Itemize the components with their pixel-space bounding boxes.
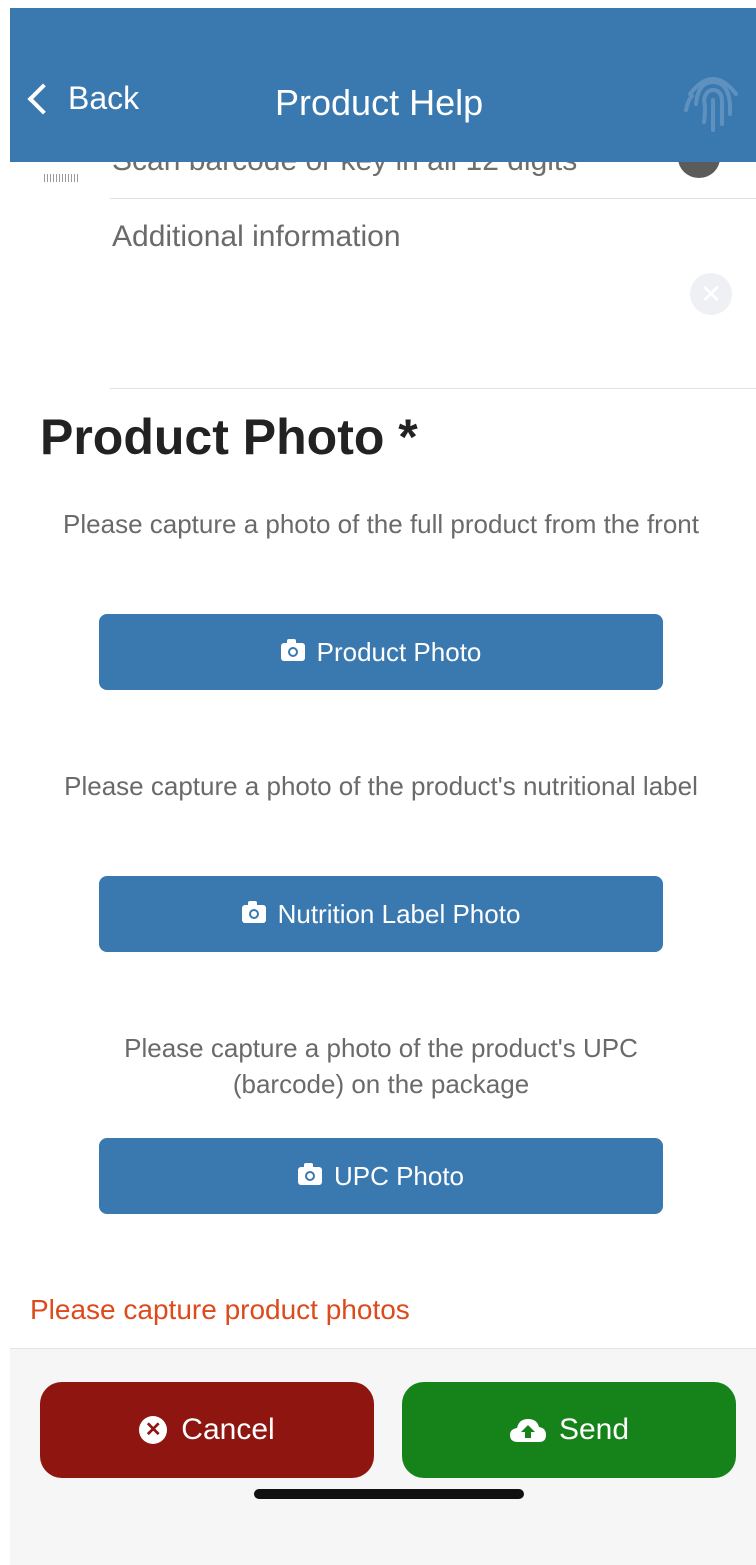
camera-icon (241, 901, 266, 923)
send-label: Send (558, 1413, 630, 1446)
divider (110, 388, 756, 389)
clear-icon[interactable]: ✕ (690, 273, 732, 315)
barcode-icon (44, 174, 78, 182)
button-label: Nutrition Label Photo (277, 898, 521, 929)
fingerprint-icon (684, 77, 738, 132)
additional-info-input[interactable]: Additional information (112, 220, 401, 254)
camera-icon (297, 1163, 322, 1185)
section-title: Product Photo * (40, 409, 418, 465)
back-label: Back (68, 80, 140, 116)
page-title: Product Help (275, 82, 484, 123)
product-photo-button[interactable]: Product Photo (99, 614, 663, 690)
photo-instruction: Please capture a photo of the product's … (64, 771, 698, 801)
footer-bar: ✕ Cancel Send (10, 1348, 756, 1565)
camera-icon (280, 639, 305, 661)
cancel-label: Cancel (181, 1413, 275, 1446)
error-message: Please capture product photos (30, 1294, 410, 1325)
status-bar (0, 0, 756, 8)
cloud-upload-icon (509, 1419, 546, 1442)
nav-header: Back Product Help (10, 8, 756, 162)
circle-x-icon: ✕ (139, 1416, 168, 1444)
upc-photo-button[interactable]: UPC Photo (99, 1138, 663, 1214)
divider (110, 198, 756, 199)
photo-instruction: Please capture a photo of the product's … (124, 1033, 638, 1099)
back-button[interactable]: Back (24, 80, 139, 117)
button-label: Product Photo (316, 636, 482, 667)
send-button[interactable]: Send (402, 1382, 736, 1478)
cancel-button[interactable]: ✕ Cancel (40, 1382, 374, 1478)
chevron-left-icon (27, 82, 59, 115)
nutrition-label-photo-button[interactable]: Nutrition Label Photo (99, 876, 663, 952)
photo-instruction: Please capture a photo of the full produ… (63, 509, 699, 539)
button-label: UPC Photo (333, 1160, 465, 1191)
home-indicator (254, 1489, 524, 1499)
